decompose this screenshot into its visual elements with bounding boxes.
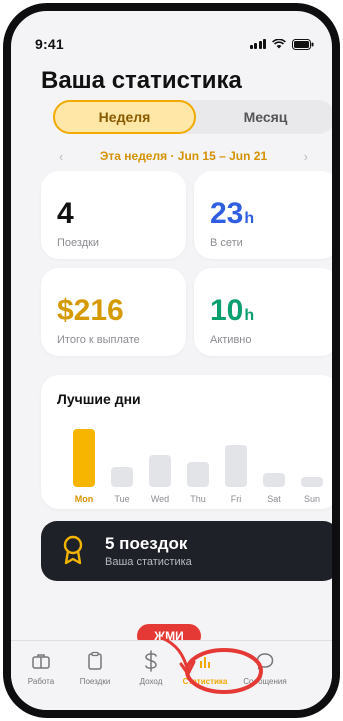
medal-icon: [63, 535, 83, 565]
best-days-chart: Mon Tue Wed Thu Fri Sat Sun: [73, 429, 323, 504]
tab-work-label: Работа: [27, 677, 55, 686]
page-title: Ваша статистика: [41, 67, 242, 94]
bar-thu: [187, 462, 209, 487]
stat-label-payout: Итого к выплате: [57, 334, 140, 346]
best-days-card: Лучшие дни Mon Tue Wed Thu Fri Sat Sun: [41, 375, 332, 509]
bar-fri: [225, 445, 247, 487]
stat-label-online: В сети: [210, 237, 243, 249]
tick-label-sat: Sat: [267, 494, 281, 504]
week-range-label: Эта неделя · Jun 15 – Jun 21: [99, 149, 268, 163]
stat-value-online: 23h: [210, 197, 255, 230]
bar-sat: [263, 473, 285, 487]
status-time: 9:41: [35, 36, 64, 52]
tab-trips[interactable]: Поездки: [63, 649, 127, 686]
tab-messages[interactable]: Сообщения: [233, 649, 297, 686]
bar-wed: [149, 455, 171, 487]
tab-trips-label: Поездки: [79, 677, 111, 686]
tick-label-sun: Sun: [304, 494, 320, 504]
tab-statistics-label: Статистика: [182, 677, 228, 686]
tab-messages-label: Сообщения: [243, 677, 287, 686]
week-navigator: ‹ Эта неделя · Jun 15 – Jun 21 ›: [59, 147, 308, 165]
segment-week[interactable]: Неделя: [53, 100, 196, 134]
tick-label-wed: Wed: [151, 494, 169, 504]
banner-title: 5 поездок: [105, 534, 188, 553]
bar-mon: [73, 429, 95, 487]
banner-subtitle: Ваша статистика: [105, 556, 192, 568]
segment-month[interactable]: Месяц: [196, 100, 332, 134]
tick-label-mon: Mon: [75, 494, 94, 504]
chat-bubble-icon: [255, 649, 275, 673]
bar-chart-icon: [197, 649, 213, 673]
clipboard-icon: [86, 649, 104, 673]
stat-value-payout: $216: [57, 294, 124, 327]
battery-icon: [292, 38, 314, 50]
stat-card-payout[interactable]: $216 Итого к выплате: [41, 268, 186, 356]
bar-tue: [111, 467, 133, 487]
stat-value-active: 10h: [210, 294, 255, 327]
bar-sun: [301, 477, 323, 487]
tab-statistics[interactable]: Статистика: [173, 649, 237, 686]
status-icons: [249, 38, 315, 50]
prev-week-button[interactable]: ‹: [59, 149, 63, 164]
stat-card-online[interactable]: 23h В сети: [194, 171, 332, 259]
stat-value-trips: 4: [57, 197, 74, 230]
stat-card-active[interactable]: 10h Активно: [194, 268, 332, 356]
wifi-icon: [272, 39, 286, 49]
tick-label-tue: Tue: [114, 494, 129, 504]
period-segmented-control: Неделя Месяц: [53, 100, 332, 134]
next-week-button[interactable]: ›: [304, 149, 308, 164]
briefcase-icon: [31, 649, 51, 673]
trips-summary-banner[interactable]: 5 поездок Ваша статистика: [41, 521, 332, 581]
status-bar: 9:41: [35, 33, 314, 55]
bottom-tab-bar: Работа Поездки Доход Статистика Сообщени…: [11, 640, 332, 710]
stat-card-trips[interactable]: 4 Поездки: [41, 171, 186, 259]
tab-income-label: Доход: [139, 677, 163, 686]
stat-label-trips: Поездки: [57, 237, 100, 249]
phone-frame: 9:41 Ваша статистика Неделя Месяц ‹ Эта …: [3, 3, 340, 718]
tick-label-thu: Thu: [190, 494, 206, 504]
stat-label-active: Активно: [210, 334, 252, 346]
tick-label-fri: Fri: [231, 494, 242, 504]
dollar-icon: [143, 649, 159, 673]
signal-icon: [249, 39, 266, 49]
